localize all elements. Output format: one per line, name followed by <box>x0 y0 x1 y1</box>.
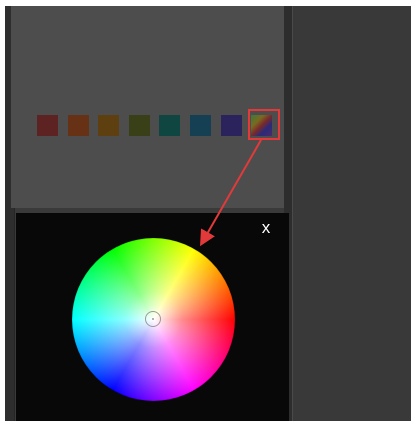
swatch-row <box>37 115 277 137</box>
right-panel <box>293 6 411 421</box>
palette-panel <box>11 6 284 208</box>
color-picker-handle-dot <box>152 318 154 320</box>
swatch-teal[interactable] <box>159 115 180 136</box>
swatch-orange[interactable] <box>68 115 89 136</box>
swatch-steel-blue[interactable] <box>190 115 211 136</box>
swatch-indigo[interactable] <box>221 115 242 136</box>
swatch-multicolor[interactable] <box>251 115 272 136</box>
swatch-olive[interactable] <box>129 115 150 136</box>
swatch-red[interactable] <box>37 115 58 136</box>
close-button[interactable]: x <box>256 218 276 238</box>
swatch-amber[interactable] <box>98 115 119 136</box>
